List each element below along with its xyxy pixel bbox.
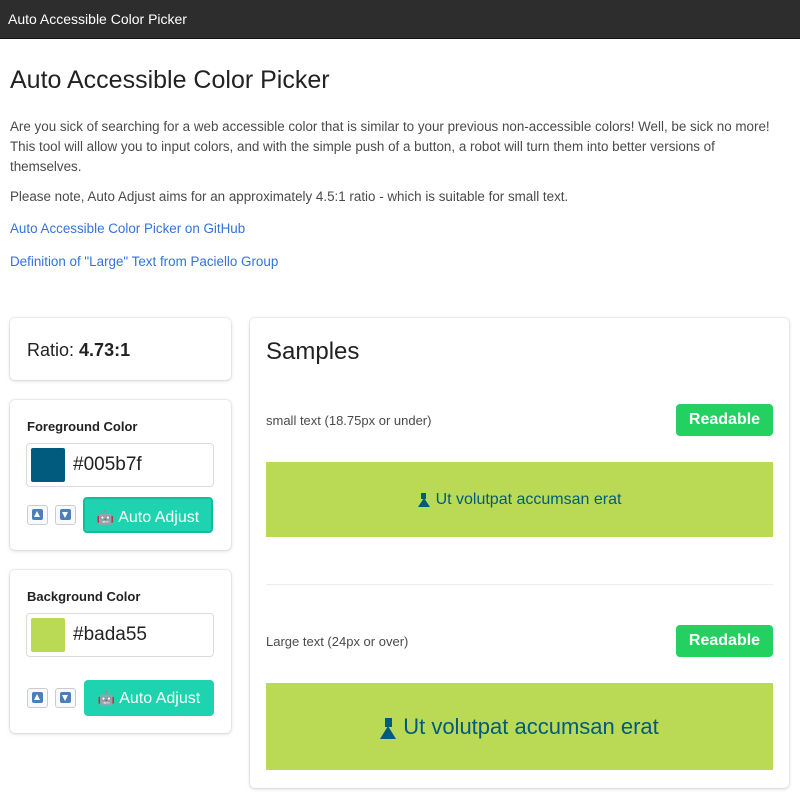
window-title: Auto Accessible Color Picker bbox=[8, 11, 187, 27]
small-text-status-badge: Readable bbox=[676, 404, 773, 436]
background-decrease-button[interactable] bbox=[55, 688, 76, 708]
samples-divider bbox=[266, 584, 773, 585]
note-paragraph: Please note, Auto Adjust aims for an app… bbox=[10, 189, 569, 204]
up-arrow-icon bbox=[32, 692, 43, 703]
robot-icon: 🤖 bbox=[97, 690, 116, 706]
ratio-card: Ratio: 4.73:1 bbox=[10, 318, 231, 380]
flask-icon bbox=[380, 717, 397, 739]
background-auto-adjust-label: Auto Adjust bbox=[119, 690, 201, 707]
foreground-hex-value[interactable]: #005b7f bbox=[73, 454, 142, 476]
background-auto-adjust-button[interactable]: 🤖 Auto Adjust bbox=[84, 680, 214, 716]
flask-icon bbox=[417, 492, 430, 507]
down-arrow-icon bbox=[60, 692, 71, 703]
background-swatch[interactable] bbox=[31, 618, 65, 652]
samples-title: Samples bbox=[266, 338, 360, 365]
ratio-value: 4.73:1 bbox=[79, 340, 131, 360]
foreground-auto-adjust-button[interactable]: 🤖 Auto Adjust bbox=[83, 497, 213, 533]
background-increase-button[interactable] bbox=[27, 688, 48, 708]
foreground-increase-button[interactable] bbox=[27, 505, 48, 525]
foreground-color-input[interactable]: #005b7f bbox=[26, 443, 214, 487]
background-color-card: Background Color #bada55 🤖 Auto Adjust bbox=[10, 570, 231, 733]
small-text-sample-panel: Ut volutpat accumsan erat bbox=[266, 462, 773, 537]
github-link[interactable]: Auto Accessible Color Picker on GitHub bbox=[10, 221, 245, 236]
large-text-sample: Ut volutpat accumsan erat bbox=[403, 714, 659, 739]
page-title: Auto Accessible Color Picker bbox=[10, 66, 330, 94]
robot-icon: 🤖 bbox=[96, 509, 115, 525]
ratio-label: Ratio: bbox=[27, 340, 75, 360]
large-text-label: Large text (24px or over) bbox=[266, 634, 409, 649]
down-arrow-icon bbox=[60, 509, 71, 520]
small-text-sample: Ut volutpat accumsan erat bbox=[435, 491, 622, 508]
large-text-sample-panel: Ut volutpat accumsan erat bbox=[266, 683, 773, 770]
intro-paragraph: Are you sick of searching for a web acce… bbox=[10, 119, 770, 174]
foreground-swatch[interactable] bbox=[31, 448, 65, 482]
foreground-color-card: Foreground Color #005b7f 🤖 Auto Adjust bbox=[10, 400, 231, 550]
background-hex-value[interactable]: #bada55 bbox=[73, 624, 147, 646]
foreground-auto-adjust-label: Auto Adjust bbox=[118, 509, 200, 526]
samples-card: Samples small text (18.75px or under) Re… bbox=[250, 318, 789, 788]
large-text-status-badge: Readable bbox=[676, 625, 773, 657]
background-color-input[interactable]: #bada55 bbox=[26, 613, 214, 657]
up-arrow-icon bbox=[32, 509, 43, 520]
small-text-label: small text (18.75px or under) bbox=[266, 413, 432, 428]
large-text-definition-link[interactable]: Definition of "Large" Text from Paciello… bbox=[10, 254, 278, 269]
foreground-decrease-button[interactable] bbox=[55, 505, 76, 525]
ratio-display: Ratio: 4.73:1 bbox=[27, 340, 130, 361]
window-title-bar: Auto Accessible Color Picker bbox=[0, 0, 800, 39]
foreground-color-label: Foreground Color bbox=[27, 419, 138, 434]
background-color-label: Background Color bbox=[27, 589, 141, 604]
